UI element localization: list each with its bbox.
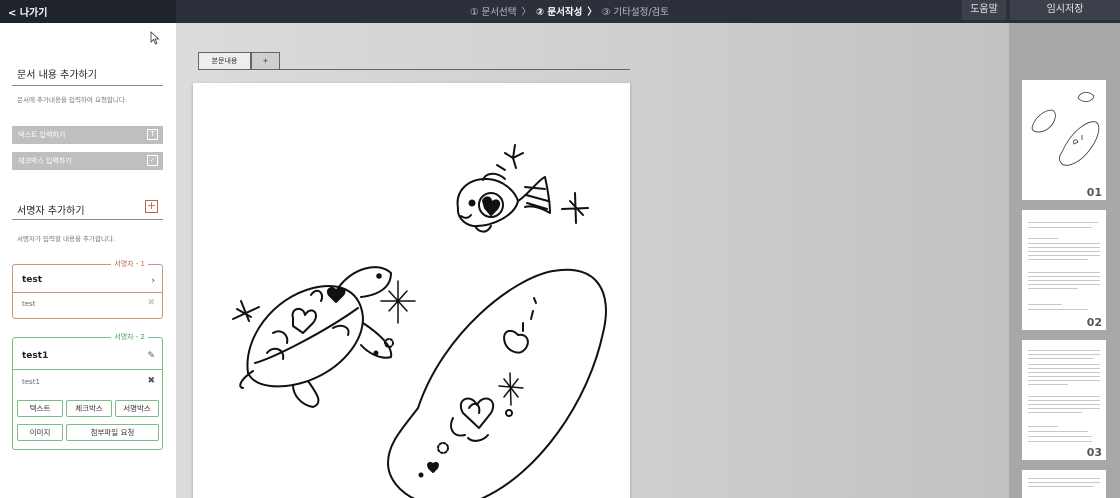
signer-section-title: 서명자 추가하기 (17, 206, 85, 217)
divider (12, 219, 163, 220)
thumb-text-line (1028, 368, 1100, 369)
back-button[interactable]: < 나가기 (8, 4, 47, 19)
thumb-text-line (1028, 441, 1092, 442)
thumbnail-drawing (1031, 92, 1100, 166)
thumb-text-line (1028, 284, 1100, 285)
text-input-button[interactable]: 텍스트 입력하기 T (12, 126, 163, 144)
thumb-text-line (1028, 400, 1100, 401)
thumb-text-line (1028, 380, 1100, 381)
step-separator: 〉 (587, 7, 597, 18)
thumb-text-line (1028, 280, 1100, 281)
document-canvas-area: 본문내용 + (176, 23, 1009, 498)
thumb-text-line (1028, 486, 1094, 487)
thumb-text-line (1028, 408, 1100, 409)
chevron-right-icon[interactable]: › (151, 276, 155, 286)
tab-underline (198, 69, 630, 70)
thumb-text-line (1028, 227, 1092, 228)
document-page[interactable] (193, 83, 630, 498)
signer-card-1[interactable]: 서명자 - 1 test › test ✖ (12, 259, 163, 319)
thumb-text-line (1028, 272, 1100, 273)
thumb-text-line (1028, 436, 1092, 437)
left-panel: 문서 내용 추가하기 문서에 추가내용을 입력하여 요청합니다. 텍스트 입력하… (0, 23, 176, 498)
checkbox-input-button[interactable]: 체크박스 입력하기 ✓ (12, 152, 163, 170)
top-bar: < 나가기 ① 문서선택 〉 ② 문서작성 〉 ③ 기타설정/검토 도움말 임시저장 (0, 0, 1120, 23)
thumb-text-line (1028, 259, 1088, 260)
thumb-text-line (1028, 247, 1100, 248)
thumb-text-line (1028, 482, 1100, 483)
thumb-text-line (1028, 364, 1100, 365)
add-signer-plus-icon[interactable]: + (145, 200, 158, 213)
signer-name: test (22, 275, 43, 285)
thumbnail-page-2[interactable]: 02 (1022, 210, 1106, 330)
pencil-edit-icon[interactable]: ✎ (147, 351, 155, 361)
document-drawing (232, 144, 607, 498)
turtle-doodle (239, 266, 393, 408)
fish-doodle (456, 172, 551, 233)
thumb-text-line (1028, 255, 1100, 256)
thumb-text-line (1028, 354, 1100, 355)
step-3[interactable]: ③ 기타설정/검토 (602, 7, 669, 18)
close-icon[interactable]: ✖ (147, 376, 155, 386)
thumb-text-line (1028, 358, 1094, 359)
thumb-text-line (1028, 309, 1088, 310)
thumb-text-line (1028, 404, 1100, 405)
add-tab-button[interactable]: + (251, 52, 280, 70)
step-1[interactable]: ① 문서선택 (470, 7, 517, 18)
thumb-text-line (1028, 288, 1078, 289)
thumb-text-line (1028, 426, 1058, 427)
text-input-label: 텍스트 입력하기 (18, 131, 66, 139)
thumb-text-line (1028, 376, 1100, 377)
page-number: 01 (1086, 186, 1102, 199)
signer-subtitle: test (22, 300, 36, 308)
signer-name: test1 (22, 351, 49, 361)
add-checkbox-field-button[interactable]: 체크박스 (66, 400, 112, 417)
page-number: 02 (1086, 316, 1102, 329)
help-button[interactable]: 도움말 (962, 0, 1006, 20)
tab-body-content[interactable]: 본문내용 (198, 52, 251, 70)
signer-section-desc: 서명자가 입력할 내용을 추가합니다. (17, 235, 115, 243)
signer-legend: 서명자 - 1 (111, 259, 148, 269)
add-image-field-button[interactable]: 이미지 (17, 424, 63, 441)
thumb-text-line (1028, 276, 1100, 277)
checkbox-icon: ✓ (147, 155, 158, 166)
divider (13, 369, 162, 370)
thumbnail-page-3[interactable]: 03 (1022, 340, 1106, 460)
temp-save-button[interactable]: 임시저장 (1010, 0, 1120, 20)
step-2-active[interactable]: ② 문서작성 (536, 7, 582, 18)
thumbnail-page-4[interactable] (1022, 470, 1106, 498)
thumb-text-line (1028, 384, 1068, 385)
blob-doodle (387, 268, 607, 498)
divider (12, 85, 163, 86)
signer-card-2[interactable]: 서명자 - 2 test1 ✎ test1 ✖ 텍스트 체크박스 서명박스 이미… (12, 332, 163, 450)
step-indicator: ① 문서선택 〉 ② 문서작성 〉 ③ 기타설정/검토 (470, 4, 669, 18)
text-box-icon: T (147, 129, 158, 140)
mouse-cursor-icon (150, 31, 160, 45)
content-section-desc: 문서에 추가내용을 입력하여 요청합니다. (17, 96, 127, 104)
thumb-text-line (1028, 350, 1100, 351)
thumb-text-line (1028, 238, 1058, 239)
page-thumbnails: 01 02 03 (1009, 23, 1120, 498)
thumb-text-line (1028, 431, 1088, 432)
thumb-text-line (1028, 396, 1100, 397)
thumb-text-line (1028, 222, 1098, 223)
thumb-text-line (1028, 243, 1100, 244)
thumbnail-page-1[interactable]: 01 (1022, 80, 1106, 200)
checkbox-input-label: 체크박스 입력하기 (18, 157, 72, 165)
content-section-title: 문서 내용 추가하기 (17, 70, 97, 81)
signer-legend: 서명자 - 2 (111, 332, 148, 342)
thumb-text-line (1028, 372, 1100, 373)
divider (13, 292, 162, 293)
thumb-text-line (1028, 251, 1100, 252)
add-text-field-button[interactable]: 텍스트 (17, 400, 63, 417)
step-separator: 〉 (521, 7, 532, 18)
thumb-text-line (1028, 412, 1082, 413)
thumb-text-line (1028, 304, 1062, 305)
close-icon[interactable]: ✖ (147, 298, 155, 308)
add-signature-box-button[interactable]: 서명박스 (115, 400, 159, 417)
page-number: 03 (1086, 446, 1102, 459)
thumb-text-line (1028, 478, 1100, 479)
request-attachment-button[interactable]: 첨부파일 요청 (66, 424, 159, 441)
signer-subtitle: test1 (22, 378, 40, 386)
